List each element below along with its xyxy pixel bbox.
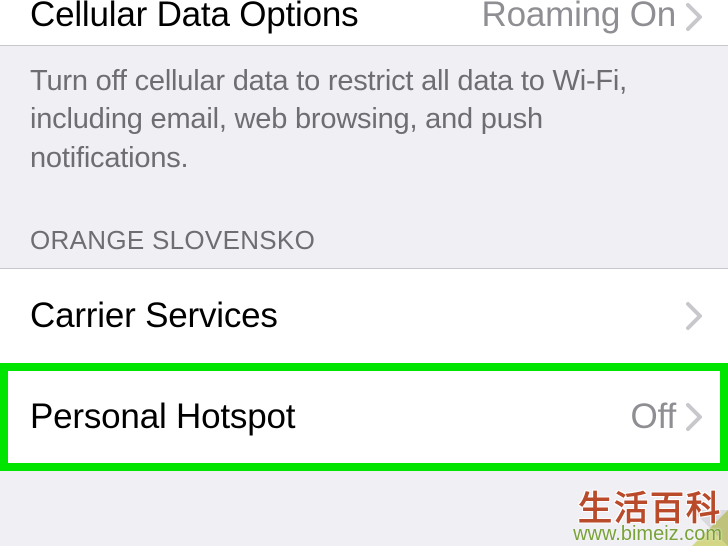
cell-cellular-data-options[interactable]: Cellular Data Options Roaming On	[0, 0, 728, 46]
cell-value: Off	[631, 397, 676, 437]
cell-right-group	[686, 302, 702, 330]
cell-value: Roaming On	[482, 0, 676, 30]
cell-label: Cellular Data Options	[30, 0, 358, 30]
cell-label: Carrier Services	[30, 296, 278, 336]
cell-carrier-services[interactable]: Carrier Services	[0, 268, 728, 364]
cell-personal-hotspot[interactable]: Personal Hotspot Off	[8, 371, 720, 463]
section-header-carrier: ORANGE SLOVENSKO	[0, 195, 728, 268]
cell-label: Personal Hotspot	[30, 397, 295, 437]
cell-right-group: Roaming On	[482, 0, 702, 30]
chevron-right-icon	[686, 302, 702, 330]
chevron-right-icon	[686, 403, 702, 431]
cell-right-group: Off	[631, 397, 702, 437]
highlight-box: Personal Hotspot Off	[0, 363, 728, 471]
cellular-data-description: Turn off cellular data to restrict all d…	[0, 46, 728, 195]
settings-screen: Cellular Data Options Roaming On Turn of…	[0, 0, 728, 546]
corner-fold-icon	[692, 510, 728, 546]
chevron-right-icon	[686, 3, 702, 31]
